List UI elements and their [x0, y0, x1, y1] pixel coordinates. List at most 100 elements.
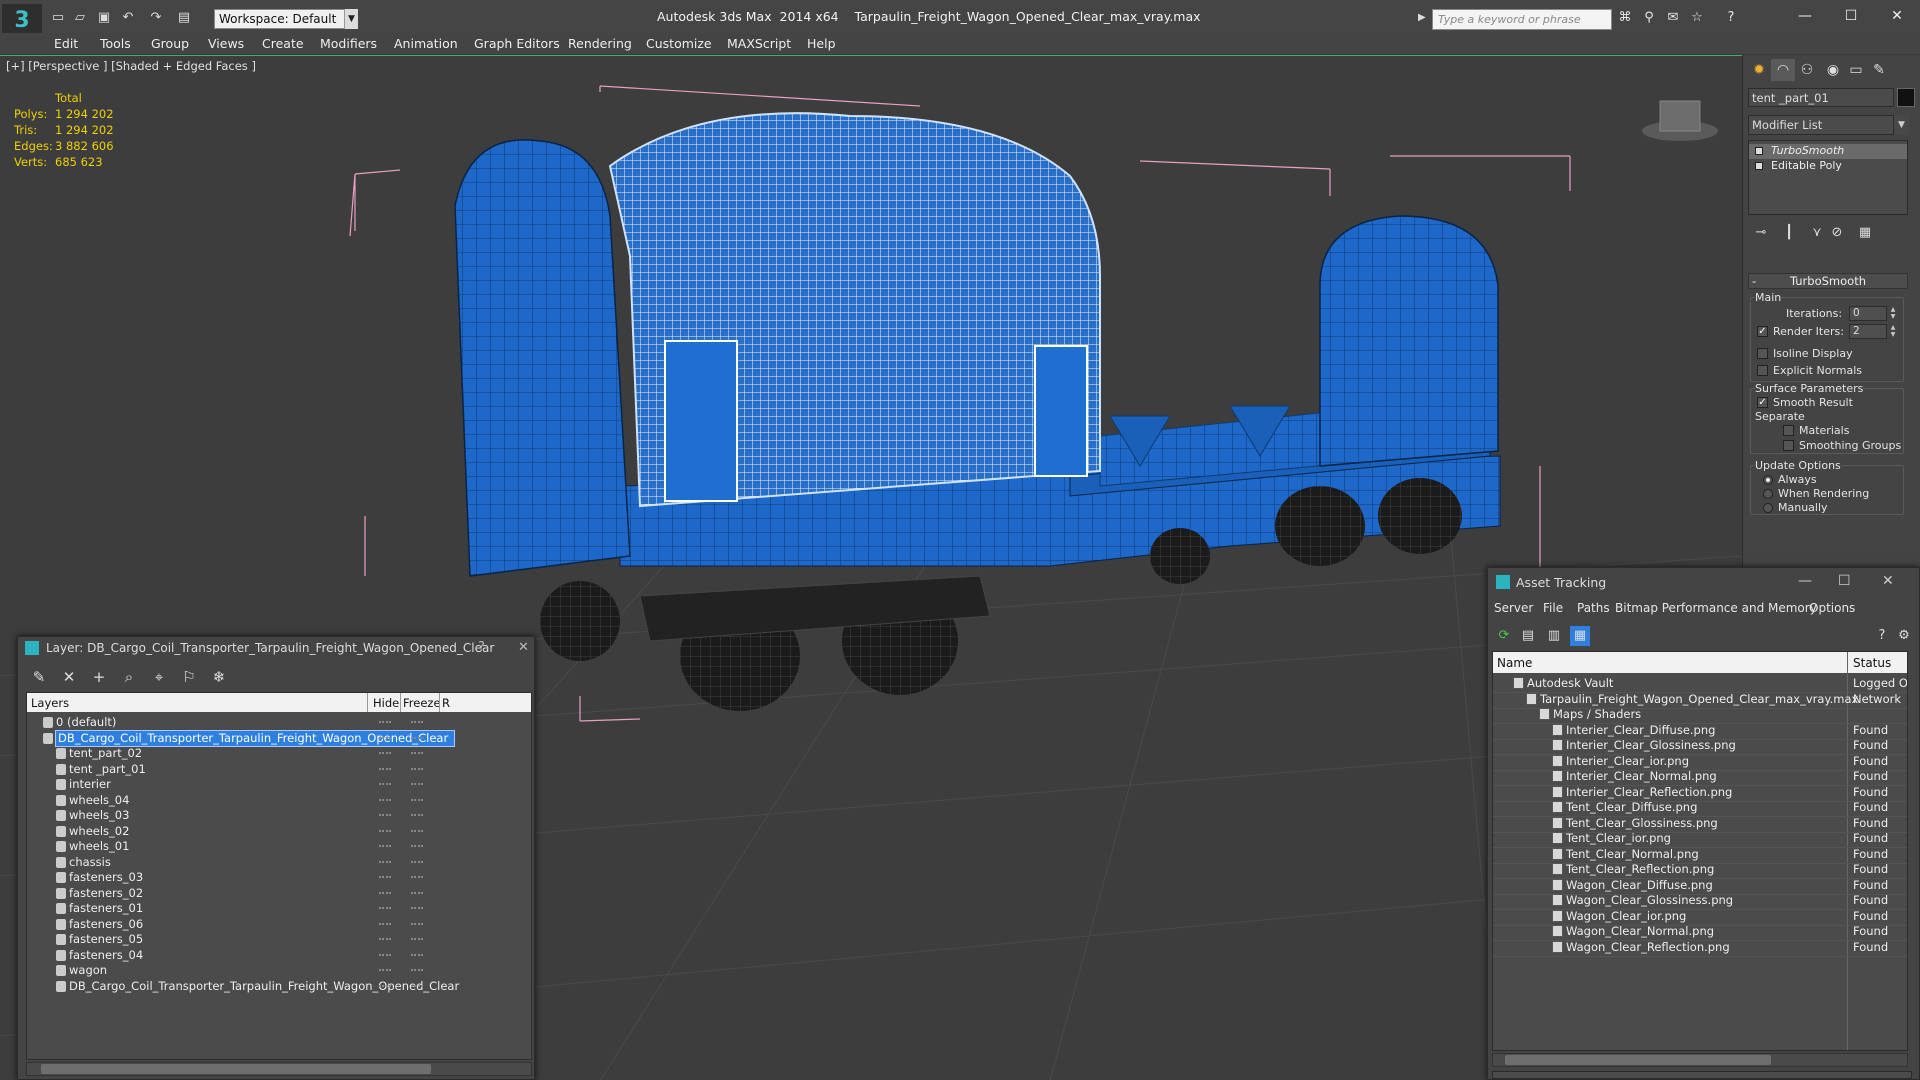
expand-icon[interactable]: [1755, 162, 1763, 170]
freeze-toggle[interactable]: [411, 891, 423, 894]
layer-window-titlebar[interactable]: Layer: DB_Cargo_Coil_Transporter_Tarpaul…: [18, 637, 534, 659]
lightbulb-icon[interactable]: [1755, 147, 1763, 155]
highlight-layer-icon[interactable]: ⌖: [148, 667, 170, 687]
freeze-toggle[interactable]: [411, 953, 423, 956]
menu-customize[interactable]: Customize: [646, 36, 712, 51]
hide-toggle[interactable]: [379, 752, 391, 754]
freeze-toggle[interactable]: [411, 814, 423, 816]
layer-name[interactable]: wheels_02: [69, 824, 129, 838]
horizontal-scrollbar[interactable]: [26, 1062, 532, 1076]
close-icon[interactable]: ✕: [1882, 6, 1912, 26]
freeze-toggle[interactable]: [411, 798, 423, 801]
always-radio[interactable]: [1763, 475, 1773, 485]
remove-modifier-icon[interactable]: ⊘: [1827, 225, 1847, 243]
hide-toggle[interactable]: [379, 891, 391, 894]
modifier-list-dropdown[interactable]: Modifier List: [1748, 115, 1908, 135]
hide-toggle[interactable]: [379, 876, 391, 878]
layer-name[interactable]: wheels_03: [69, 808, 129, 822]
delete-layer-icon[interactable]: ✕: [58, 667, 80, 687]
favorites-star-icon[interactable]: ☆: [1688, 10, 1706, 26]
hide-toggle[interactable]: [379, 907, 391, 909]
hide-toggle[interactable]: [379, 984, 391, 987]
menu-bitmap-performance[interactable]: Bitmap Performance and Memory: [1615, 601, 1817, 615]
horizontal-scrollbar[interactable]: [1492, 1053, 1908, 1067]
help-icon[interactable]: ?: [478, 640, 485, 655]
minimize-icon[interactable]: —: [1798, 573, 1812, 589]
spinner-arrows-icon[interactable]: ▲ ▼: [1889, 324, 1897, 339]
close-icon[interactable]: ✕: [1882, 573, 1894, 589]
freeze-toggle[interactable]: [411, 907, 423, 909]
asset-row[interactable]: Wagon_Clear_Reflection.png Found: [1493, 938, 1907, 957]
show-end-result-icon[interactable]: ┃: [1779, 225, 1799, 243]
binoculars-icon[interactable]: ⌘: [1616, 10, 1634, 26]
freeze-toggle[interactable]: [411, 752, 423, 754]
menu-group[interactable]: Group: [151, 36, 189, 51]
chevron-right-icon[interactable]: ▶: [1418, 12, 1426, 23]
freeze-all-icon[interactable]: ❄: [208, 667, 230, 687]
menu-tools[interactable]: Tools: [100, 36, 131, 51]
hide-toggle[interactable]: [379, 969, 391, 971]
object-color-swatch[interactable]: [1897, 88, 1915, 107]
layer-name[interactable]: fasteners_05: [69, 932, 143, 946]
freeze-toggle[interactable]: [411, 969, 423, 971]
hide-toggle[interactable]: [379, 922, 391, 925]
render-iters-spinner[interactable]: 2: [1849, 324, 1887, 339]
isoline-checkbox[interactable]: [1757, 348, 1768, 359]
stack-item-turbosmooth[interactable]: TurboSmooth: [1749, 144, 1907, 159]
scrollbar-thumb[interactable]: [41, 1064, 431, 1074]
turbosmooth-rollout-header[interactable]: - TurboSmooth: [1748, 273, 1908, 289]
freeze-toggle[interactable]: [411, 767, 423, 770]
table-view-icon[interactable]: ▦: [1570, 626, 1590, 646]
menu-options[interactable]: Options: [1809, 601, 1855, 615]
hierarchy-tab-icon[interactable]: ⚇: [1795, 59, 1819, 81]
layer-name[interactable]: chassis: [69, 855, 111, 869]
scrollbar-thumb[interactable]: [1505, 1055, 1771, 1065]
app-menu-button[interactable]: 3: [2, 4, 42, 36]
motion-tab-icon[interactable]: ◉: [1821, 59, 1845, 81]
layer-name[interactable]: wheels_01: [69, 839, 129, 853]
detail-view-icon[interactable]: ▥: [1544, 626, 1564, 646]
create-tab-icon[interactable]: ✹: [1747, 59, 1771, 81]
new-layer-icon[interactable]: ✎: [28, 667, 50, 687]
freeze-toggle[interactable]: [411, 922, 423, 925]
layer-name[interactable]: interier: [69, 777, 111, 791]
hide-toggle[interactable]: [379, 798, 391, 801]
add-selected-icon[interactable]: +: [88, 667, 110, 687]
hide-toggle[interactable]: [379, 829, 391, 832]
chevron-down-icon[interactable]: ▼: [344, 9, 358, 29]
viewport-label[interactable]: [+] [Perspective ] [Shaded + Edged Faces…: [6, 59, 256, 73]
subscription-icon[interactable]: ⚲: [1640, 10, 1658, 26]
project-folder-icon[interactable]: ▤: [176, 10, 192, 26]
col-status[interactable]: Status: [1853, 656, 1891, 670]
layer-name[interactable]: fasteners_02: [69, 886, 143, 900]
spinner-arrows-icon[interactable]: ▲ ▼: [1889, 306, 1897, 321]
render-iters-checkbox[interactable]: ✓: [1757, 326, 1768, 337]
menu-edit[interactable]: Edit: [54, 36, 78, 51]
menu-paths[interactable]: Paths: [1577, 601, 1610, 615]
minimize-icon[interactable]: —: [1790, 6, 1820, 26]
col-hide[interactable]: Hide: [373, 696, 399, 710]
layer-name[interactable]: wagon: [69, 963, 107, 977]
layer-row[interactable]: DB_Cargo_Coil_Transporter_Tarpaulin_Frei…: [27, 977, 531, 996]
make-unique-icon[interactable]: ⋎: [1807, 225, 1827, 243]
freeze-toggle[interactable]: [411, 721, 423, 723]
hide-toggle[interactable]: [379, 736, 391, 739]
select-objects-icon[interactable]: ⌕: [118, 667, 140, 687]
hide-toggle[interactable]: [379, 845, 391, 847]
hide-toggle[interactable]: [379, 953, 391, 956]
new-file-icon[interactable]: ▭: [50, 10, 66, 26]
hide-toggle[interactable]: [379, 938, 391, 940]
menu-rendering[interactable]: Rendering: [568, 36, 632, 51]
menu-graph-editors[interactable]: Graph Editors: [474, 36, 560, 51]
menu-animation[interactable]: Animation: [394, 36, 458, 51]
menu-help[interactable]: Help: [807, 36, 836, 51]
layer-name[interactable]: fasteners_03: [69, 870, 143, 884]
utilities-tab-icon[interactable]: ✎: [1867, 59, 1891, 81]
smooth-result-checkbox[interactable]: ✓: [1757, 397, 1768, 408]
pin-stack-icon[interactable]: ⊸: [1751, 225, 1771, 243]
display-tab-icon[interactable]: ▭: [1844, 59, 1868, 81]
freeze-toggle[interactable]: [411, 876, 423, 878]
col-freeze[interactable]: Freeze: [403, 696, 441, 710]
freeze-toggle[interactable]: [411, 783, 423, 785]
col-layers[interactable]: Layers: [31, 696, 69, 710]
